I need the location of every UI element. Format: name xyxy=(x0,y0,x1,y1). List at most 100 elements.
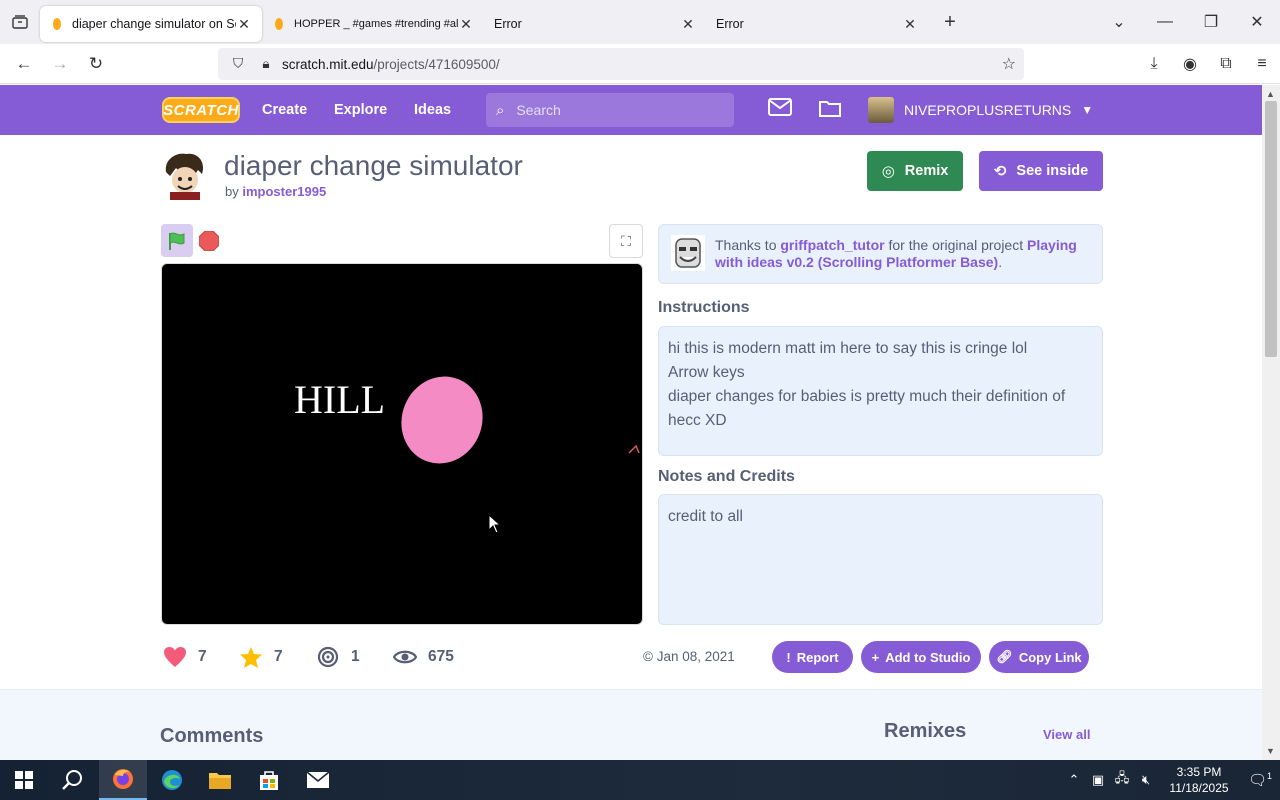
remix-label: Remix xyxy=(904,163,949,179)
taskbar-file-explorer[interactable] xyxy=(196,760,244,800)
taskbar-firefox[interactable] xyxy=(99,760,147,800)
device-icon[interactable]: ▣ xyxy=(1086,772,1110,788)
view-count: 675 xyxy=(428,648,454,665)
nav-create[interactable]: Create xyxy=(262,85,307,135)
close-tab-icon[interactable]: ✕ xyxy=(458,16,474,33)
back-button[interactable]: ← xyxy=(6,46,42,82)
lock-icon[interactable]: 🔒︎ xyxy=(254,56,278,72)
scroll-down-arrow-icon[interactable]: ▼ xyxy=(1266,746,1275,756)
search-input[interactable]: ⌕ Search xyxy=(486,93,734,127)
address-bar[interactable]: ⛉ 🔒︎ scratch.mit.edu/projects/471609500/… xyxy=(218,48,1024,80)
close-window-button[interactable]: ✕ xyxy=(1234,12,1280,32)
nav-explore[interactable]: Explore xyxy=(334,85,387,135)
restore-window-button[interactable]: ❐ xyxy=(1188,12,1234,32)
menu-hamburger-icon[interactable]: ≡ xyxy=(1244,55,1280,73)
green-flag-icon xyxy=(169,232,185,250)
favorite-stat[interactable]: 7 xyxy=(238,645,283,669)
messages-envelope-icon[interactable] xyxy=(768,98,792,122)
avatar xyxy=(868,97,894,123)
taskbar-mail[interactable] xyxy=(294,760,342,800)
love-count: 7 xyxy=(198,648,207,665)
credit-prefix: Thanks to xyxy=(715,237,777,253)
star-icon xyxy=(238,645,264,669)
clock-time: 3:35 PM xyxy=(1176,765,1222,779)
report-exclamation-icon: ! xyxy=(786,649,791,665)
tray-overflow-chevron-icon[interactable]: ⌃ xyxy=(1062,772,1086,788)
username: NIVEPROPLUSRETURNS xyxy=(904,102,1072,118)
scratch-navbar: SCRATCH Create Explore Ideas ⌕ Search NI… xyxy=(0,85,1262,135)
close-tab-icon[interactable]: ✕ xyxy=(902,16,918,33)
comments-heading: Comments xyxy=(160,725,264,747)
notes-heading: Notes and Credits xyxy=(658,468,795,485)
browser-tab-error-2[interactable]: Error ✕ xyxy=(706,6,928,42)
start-button[interactable] xyxy=(0,760,48,800)
network-icon[interactable]: 🖧︎ xyxy=(1110,769,1134,791)
view-all-remixes-link[interactable]: View all xyxy=(1043,727,1090,742)
remixes-heading: Remixes xyxy=(884,720,967,742)
copy-link-button[interactable]: 🔗︎ Copy Link xyxy=(989,641,1089,673)
stage-text-sprite: HILL xyxy=(294,377,386,422)
author-link[interactable]: imposter1995 xyxy=(242,184,326,199)
close-tab-icon[interactable]: ✕ xyxy=(236,16,252,33)
account-menu[interactable]: NIVEPROPLUSRETURNS ▼ xyxy=(868,85,1093,135)
project-byline: by imposter1995 xyxy=(225,184,326,199)
minimize-window-button[interactable]: — xyxy=(1142,13,1188,31)
store-bag-icon xyxy=(260,771,278,790)
account-icon[interactable]: ◉ xyxy=(1172,54,1208,74)
report-button[interactable]: ! Report xyxy=(772,641,853,673)
my-stuff-folder-icon[interactable] xyxy=(818,98,842,124)
list-all-tabs-button[interactable] xyxy=(0,0,40,44)
reload-button[interactable]: ↻ xyxy=(78,46,114,82)
instructions-heading: Instructions xyxy=(658,299,750,316)
extensions-icon[interactable]: ⧉ xyxy=(1208,55,1244,73)
forward-button[interactable]: → xyxy=(42,46,78,82)
firefox-icon xyxy=(113,769,133,789)
shared-date: © Jan 08, 2021 xyxy=(643,649,735,664)
fullscreen-button[interactable]: ⛶ xyxy=(609,224,643,258)
taskbar-edge[interactable] xyxy=(148,760,196,800)
report-label: Report xyxy=(796,649,839,665)
tabs-list-icon xyxy=(12,15,28,29)
taskbar-search-button[interactable] xyxy=(48,760,96,800)
page-scrollbar[interactable]: ▲ ▼ xyxy=(1262,85,1280,760)
see-inside-icon: ⟲ xyxy=(993,163,1007,180)
author-avatar[interactable] xyxy=(160,150,210,200)
tab-overflow-chevron-icon[interactable]: ⌄ xyxy=(1096,12,1142,32)
scroll-up-arrow-icon[interactable]: ▲ xyxy=(1266,89,1275,99)
folder-icon xyxy=(209,773,231,789)
browser-tab-scratch-project[interactable]: diaper change simulator on Scr ✕ xyxy=(40,6,262,42)
tracking-protection-shield-icon[interactable]: ⛉ xyxy=(226,56,250,72)
project-stage[interactable]: HILL xyxy=(161,263,643,625)
green-flag-button[interactable] xyxy=(161,224,193,257)
stop-button[interactable] xyxy=(198,230,220,252)
add-to-studio-button[interactable]: + Add to Studio xyxy=(861,641,981,673)
scratch-logo[interactable]: SCRATCH xyxy=(162,97,240,123)
browser-tab-hopper[interactable]: HOPPER _ #games #trending #all ✕ xyxy=(262,6,484,42)
see-inside-button[interactable]: ⟲ See inside xyxy=(979,151,1103,191)
volume-muted-icon[interactable]: 🔇︎ xyxy=(1134,772,1158,788)
remix-credit-box: Thanks to griffpatch_tutor for the origi… xyxy=(658,224,1103,284)
chevron-down-icon: ▼ xyxy=(1081,103,1094,117)
credit-user-link[interactable]: griffpatch_tutor xyxy=(780,237,884,253)
scratch-favicon-icon xyxy=(272,17,286,31)
bookmark-star-icon[interactable]: ☆ xyxy=(1002,54,1016,74)
see-inside-label: See inside xyxy=(1016,163,1089,179)
project-title[interactable]: diaper change simulator xyxy=(224,150,523,182)
by-label: by xyxy=(225,184,239,199)
remix-button[interactable]: ◎ Remix xyxy=(867,151,963,191)
new-tab-button[interactable]: + xyxy=(934,11,966,34)
instructions-line: Arrow keys xyxy=(668,364,745,381)
taskbar-clock[interactable]: 3:35 PM 11/18/2025 xyxy=(1158,764,1240,796)
remix-stat: 1 xyxy=(315,645,360,669)
nav-ideas[interactable]: Ideas xyxy=(414,85,451,135)
scrollbar-thumb[interactable] xyxy=(1265,101,1277,357)
love-stat[interactable]: 7 xyxy=(162,645,207,669)
close-tab-icon[interactable]: ✕ xyxy=(680,16,696,33)
taskbar-store[interactable] xyxy=(245,760,293,800)
downloads-icon[interactable]: ⤓ xyxy=(1136,55,1172,73)
browser-tab-error-1[interactable]: Error ✕ xyxy=(484,6,706,42)
windows-taskbar: ⌃ ▣ 🖧︎ 🔇︎ 3:35 PM 11/18/2025 🗨︎1 xyxy=(0,760,1280,800)
remix-icon: ◎ xyxy=(881,163,895,180)
notification-center-icon[interactable]: 🗨︎1 xyxy=(1240,771,1280,789)
credit-user-avatar[interactable] xyxy=(671,235,705,271)
